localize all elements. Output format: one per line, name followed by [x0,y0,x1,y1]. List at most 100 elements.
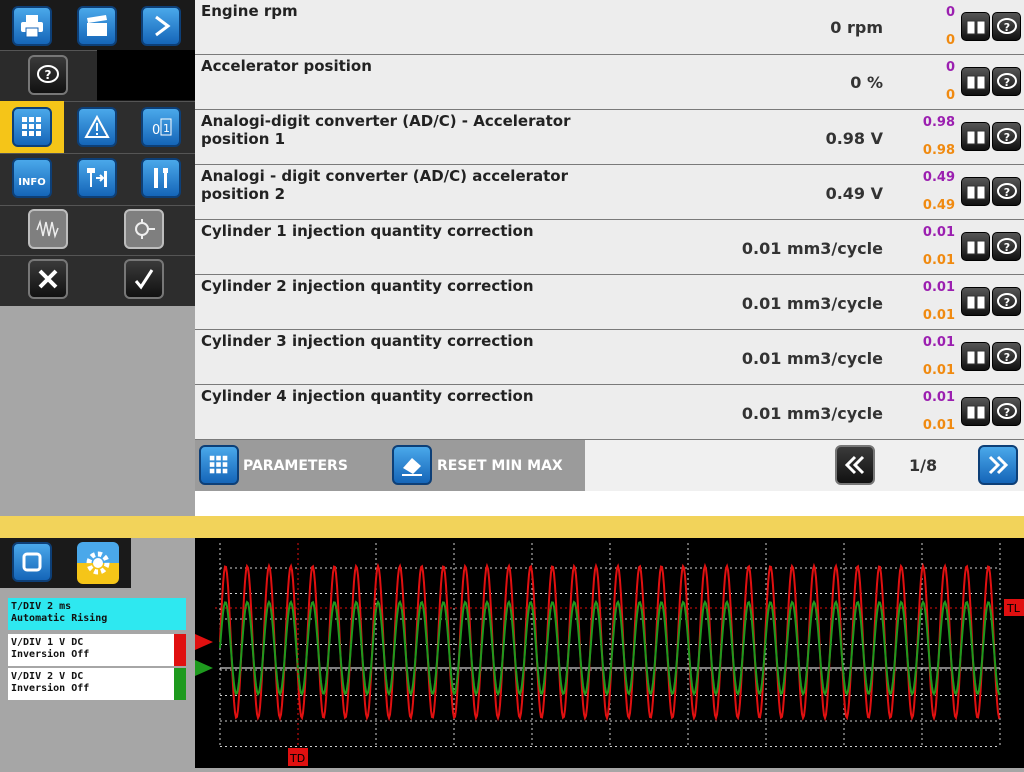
help-icon: ? [996,17,1017,34]
reset-min-max-button[interactable] [392,445,432,485]
parameter-row[interactable]: Engine rpm 0 rpm 0 0? [195,0,1024,55]
spacer [195,491,1024,516]
svg-text:1: 1 [163,122,170,135]
documentation-button[interactable] [961,177,990,206]
parameter-name: Engine rpm [201,2,298,20]
svg-text:?: ? [1003,296,1009,309]
faults-button[interactable] [77,107,117,147]
documentation-button[interactable] [961,342,990,371]
svg-text:?: ? [1003,186,1009,199]
print-icon [21,15,43,38]
help-icon: ? [996,72,1017,89]
info-button[interactable]: INFO [12,158,52,198]
parameter-max: 0.49 [922,170,955,185]
sensor-icon [135,219,155,239]
trigger-delay-label: TD [289,752,305,765]
gear-icon [86,551,110,575]
page-indicator: 1/8 [909,456,938,475]
parameter-min: 0.98 [922,143,955,158]
parameter-help-button[interactable]: ? [992,287,1021,316]
parameter-row[interactable]: Analogi - digit converter (AD/C) acceler… [195,165,1024,220]
timebase-line1: T/DIV 2 ms [11,601,72,612]
previous-page-button[interactable] [835,445,875,485]
documentation-button[interactable] [961,232,990,261]
actuator-test-button[interactable] [77,158,117,198]
channel2-marker[interactable] [195,660,213,676]
oscilloscope-screen[interactable]: TL TD [195,538,1024,772]
parameter-list: Engine rpm 0 rpm 0 0? Accelerator position 0 … [195,0,1024,440]
help-button[interactable]: ? [28,55,68,95]
parameter-help-button[interactable]: ? [992,397,1021,426]
play-button[interactable] [141,6,181,46]
reset-min-max-label[interactable]: RESET MIN MAX [437,458,563,474]
parameter-row[interactable]: Cylinder 1 injection quantity correction… [195,220,1024,275]
parameter-help-button[interactable]: ? [992,12,1021,41]
warning-icon [84,114,110,138]
adjustments-button[interactable] [141,158,181,198]
parameter-max: 0.01 [922,390,955,405]
book-icon [966,130,985,144]
parameter-row[interactable]: Accelerator position 0 % 0 0? [195,55,1024,110]
sensor-button[interactable] [124,209,164,249]
parameter-row[interactable]: Cylinder 4 injection quantity correction… [195,385,1024,440]
parameter-name: Cylinder 3 injection quantity correction [201,332,534,350]
parameter-min: 0 [945,88,955,103]
parameter-help-button[interactable]: ? [992,177,1021,206]
parameter-row[interactable]: Cylinder 2 injection quantity correction… [195,275,1024,330]
confirm-button[interactable] [124,259,164,299]
help-icon: ? [996,347,1017,364]
parameter-row[interactable]: Analogi-digit converter (AD/C) - Acceler… [195,110,1024,165]
book-icon [966,240,985,254]
parameter-help-button[interactable]: ? [992,122,1021,151]
parameter-min: 0.01 [922,253,955,268]
parameters-button[interactable] [199,445,239,485]
svg-text:?: ? [1003,351,1009,364]
grid-icon [209,455,228,474]
status-button[interactable]: 0 1 [141,107,181,147]
parameters-label[interactable]: PARAMETERS [243,458,348,474]
next-page-button[interactable] [978,445,1018,485]
oscilloscope-controls: T/DIV 2 ms Automatic Rising V/DIV 1 V DC… [0,538,195,768]
book-icon [966,350,985,364]
parameter-max: 0.01 [922,335,955,350]
parameter-max: 0 [945,60,955,75]
grid-icon [22,117,41,136]
timebase-panel[interactable]: T/DIV 2 ms Automatic Rising [8,598,186,630]
cancel-button[interactable] [28,259,68,299]
svg-text:?: ? [1003,241,1009,254]
clapperboard-button[interactable] [77,6,117,46]
documentation-button[interactable] [961,67,990,96]
channel1-panel[interactable]: V/DIV 1 V DC Inversion Off [8,634,186,666]
print-button[interactable] [12,6,52,46]
documentation-button[interactable] [961,12,990,41]
help-icon: ? [996,402,1017,419]
parameter-name: Analogi - digit converter (AD/C) acceler… [201,167,569,203]
parameter-value: 0.01 mm3/cycle [741,294,883,313]
parameter-max: 0 [945,5,955,20]
book-icon [966,75,985,89]
documentation-button[interactable] [961,397,990,426]
documentation-button[interactable] [961,122,990,151]
scope-stop-button[interactable] [12,542,52,582]
parameter-help-button[interactable]: ? [992,232,1021,261]
parameter-help-button[interactable]: ? [992,342,1021,371]
parameter-row[interactable]: Cylinder 3 injection quantity correction… [195,330,1024,385]
svg-text:?: ? [45,68,52,82]
left-toolbar: ? 0 1 INFO [0,0,195,306]
fast-forward-icon [988,455,1009,475]
scope-settings-button[interactable] [77,542,119,584]
signal-button[interactable] [28,209,68,249]
scope-waveform: TL TD [195,543,1024,772]
tools-icon [154,168,168,188]
channel1-line1: V/DIV 1 V DC [11,637,84,648]
documentation-button[interactable] [961,287,990,316]
parameters-grid-button[interactable] [12,107,52,147]
channel1-marker[interactable] [195,634,213,650]
eraser-icon [402,458,422,476]
channel2-panel[interactable]: V/DIV 2 V DC Inversion Off [8,668,186,700]
parameter-name: Cylinder 1 injection quantity correction [201,222,534,240]
parameter-value: 0.01 mm3/cycle [741,239,883,258]
parameter-value: 0.01 mm3/cycle [741,349,883,368]
trigger-level-label: TL [1006,602,1021,615]
parameter-help-button[interactable]: ? [992,67,1021,96]
